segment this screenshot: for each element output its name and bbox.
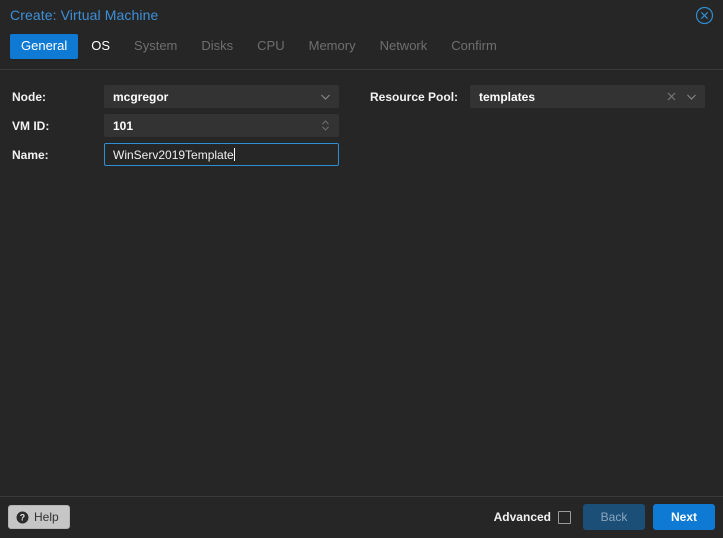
spinner-up-down-icon[interactable] <box>319 119 332 132</box>
form-column-right: Resource Pool: templates <box>360 82 723 111</box>
tab-network: Network <box>379 38 428 53</box>
wizard-tabbar: General OS System Disks CPU Memory Netwo… <box>0 34 723 70</box>
vmid-value: 101 <box>113 118 134 133</box>
dialog-title: Create: Virtual Machine <box>10 7 159 23</box>
resource-pool-value: templates <box>479 89 536 104</box>
tab-cpu: CPU <box>257 38 285 53</box>
node-select[interactable]: mcgregor <box>104 85 339 108</box>
dialog-header: Create: Virtual Machine <box>0 0 723 34</box>
node-value: mcgregor <box>113 89 169 104</box>
name-text: WinServ2019Template <box>113 147 234 162</box>
advanced-label: Advanced <box>493 510 551 524</box>
name-input[interactable]: WinServ2019Template <box>104 143 339 166</box>
field-row-node: Node: mcgregor <box>0 82 360 111</box>
back-button: Back <box>583 504 645 530</box>
name-label: Name: <box>12 147 49 162</box>
tab-system: System <box>134 38 178 53</box>
tab-memory: Memory <box>308 38 356 53</box>
question-circle-icon: ? <box>16 511 29 523</box>
resource-pool-field-icons <box>665 90 704 103</box>
tab-general[interactable]: General <box>10 34 79 59</box>
resource-pool-select[interactable]: templates <box>470 85 705 108</box>
clear-x-icon[interactable] <box>665 90 678 103</box>
close-icon[interactable] <box>695 6 714 25</box>
chevron-down-icon[interactable] <box>319 90 332 103</box>
help-button[interactable]: ? Help <box>8 505 70 529</box>
footer-actions: Advanced Back Next <box>494 504 715 530</box>
chevron-down-icon[interactable] <box>685 90 698 103</box>
field-row-vmid: VM ID: 101 <box>0 111 360 140</box>
vmid-field-icons <box>319 119 338 132</box>
form-column-left: Node: mcgregor VM ID: 101 Name: WinServ2… <box>0 82 360 169</box>
advanced-checkbox[interactable] <box>558 510 571 524</box>
dialog-footer: ? Help Advanced Back Next <box>0 496 723 538</box>
field-row-name: Name: WinServ2019Template <box>0 140 360 169</box>
create-vm-dialog: Create: Virtual Machine General OS Syste… <box>0 0 723 538</box>
dialog-body: Node: mcgregor VM ID: 101 Name: WinServ2… <box>0 70 723 496</box>
tab-disks: Disks <box>201 38 234 53</box>
vmid-stepper[interactable]: 101 <box>104 114 339 137</box>
svg-text:?: ? <box>20 512 25 522</box>
tab-confirm: Confirm <box>451 38 497 53</box>
resource-pool-label: Resource Pool: <box>370 89 459 104</box>
field-row-resource-pool: Resource Pool: templates <box>360 82 723 111</box>
name-value: WinServ2019Template <box>105 147 338 162</box>
next-button[interactable]: Next <box>653 504 715 530</box>
node-field-icons <box>319 90 338 103</box>
node-label: Node: <box>12 89 46 104</box>
vmid-label: VM ID: <box>12 118 50 133</box>
text-caret <box>233 147 235 161</box>
tab-os[interactable]: OS <box>80 34 121 59</box>
help-button-label: Help <box>34 510 59 524</box>
